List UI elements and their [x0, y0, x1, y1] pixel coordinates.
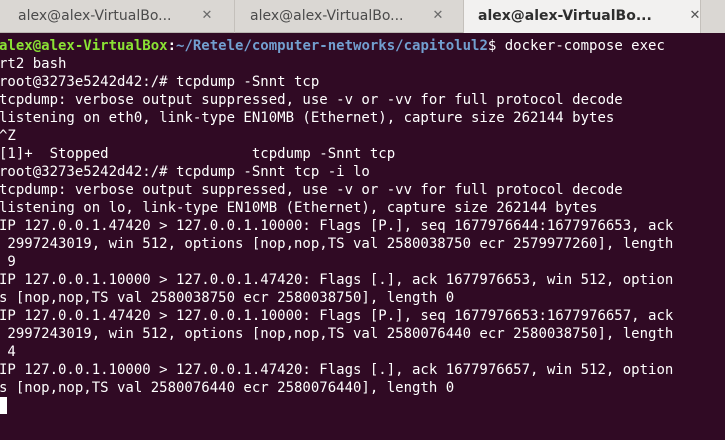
prompt-path: ~/Retele/computer-networks/capitolul2: [176, 38, 488, 54]
terminal-line: root@3273e5242d42:/# tcpdump -Snnt tcp: [0, 74, 320, 90]
terminal-line: s [nop,nop,TS val 2580076440 ecr 2580076…: [0, 380, 455, 396]
command-text: docker-compose exec: [504, 38, 665, 54]
tab-label: alex@alex-VirtualBo...: [18, 8, 172, 24]
terminal-line: 4: [0, 344, 16, 360]
terminal-line: IP 127.0.0.1.47420 > 127.0.0.1.10000: Fl…: [0, 308, 674, 324]
tab-terminal-2[interactable]: alex@alex-VirtualBo... ✕: [234, 0, 463, 33]
terminal-line: IP 127.0.0.1.10000 > 127.0.0.1.47420: Fl…: [0, 272, 674, 288]
terminal-line: [1]+ Stopped tcpdump -Snnt tcp: [0, 146, 396, 162]
prompt-end: $: [487, 38, 505, 54]
tab-terminal-3-active[interactable]: alex@alex-VirtualBo... ✕: [463, 0, 701, 33]
tab-label: alex@alex-VirtualBo...: [478, 8, 652, 24]
terminal-line: tcpdump: verbose output suppressed, use …: [0, 182, 623, 198]
prompt-user: alex@alex-VirtualBox: [0, 38, 168, 54]
terminal-window: alex@alex-VirtualBo... ✕ alex@alex-Virtu…: [0, 0, 725, 440]
terminal-line: tcpdump: verbose output suppressed, use …: [0, 92, 623, 108]
close-icon[interactable]: ✕: [688, 9, 702, 23]
prompt-line: alex@alex-VirtualBox:~/Retele/computer-n…: [0, 37, 724, 55]
close-icon[interactable]: ✕: [200, 9, 214, 23]
terminal-line: listening on lo, link-type EN10MB (Ether…: [0, 200, 598, 216]
tab-label: alex@alex-VirtualBo...: [250, 8, 404, 24]
prompt-colon: :: [167, 38, 177, 54]
terminal-line: root@3273e5242d42:/# tcpdump -Snnt tcp -…: [0, 164, 370, 180]
terminal-line: ^Z: [0, 128, 16, 144]
terminal-line: listening on eth0, link-type EN10MB (Eth…: [0, 110, 615, 126]
terminal-output[interactable]: alex@alex-VirtualBox:~/Retele/computer-n…: [0, 37, 725, 440]
cursor-line: [0, 397, 724, 415]
terminal-line: IP 127.0.0.1.10000 > 127.0.0.1.47420: Fl…: [0, 362, 674, 378]
terminal-line: s [nop,nop,TS val 2580038750 ecr 2580038…: [0, 290, 455, 306]
terminal-line: 9: [0, 254, 16, 270]
text-cursor: [0, 397, 7, 414]
tab-bar: alex@alex-VirtualBo... ✕ alex@alex-Virtu…: [0, 0, 725, 33]
tab-bar-edge: [701, 0, 725, 33]
close-icon[interactable]: ✕: [431, 9, 445, 23]
tab-terminal-1[interactable]: alex@alex-VirtualBo... ✕: [0, 0, 234, 33]
terminal-line: 2997243019, win 512, options [nop,nop,TS…: [0, 326, 674, 342]
terminal-line: IP 127.0.0.1.47420 > 127.0.0.1.10000: Fl…: [0, 218, 674, 234]
terminal-line: 2997243019, win 512, options [nop,nop,TS…: [0, 236, 674, 252]
terminal-line: rt2 bash: [0, 56, 67, 72]
